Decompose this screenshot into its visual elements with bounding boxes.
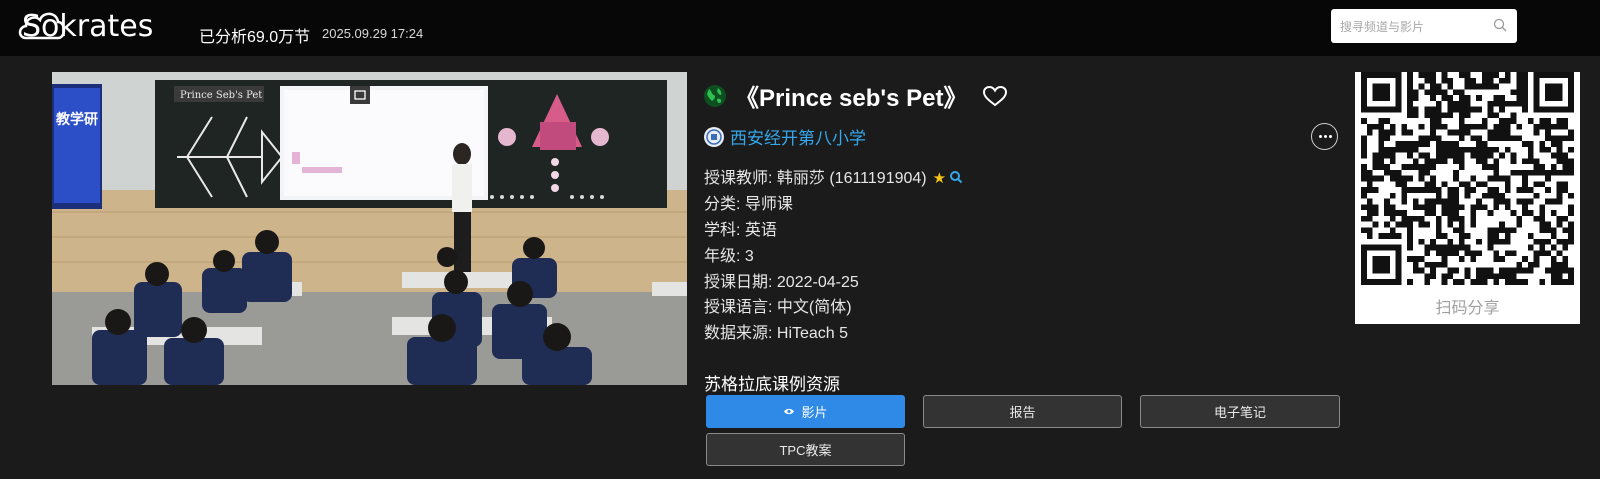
- meta-value: 导师课: [740, 196, 793, 213]
- meta-label: 学科:: [704, 222, 741, 239]
- more-options-button[interactable]: [1311, 123, 1338, 150]
- globe-icon: [704, 84, 726, 107]
- meta-teacher: 授课教师: 韩丽莎 (1611191904) ★: [704, 164, 963, 188]
- favorite-heart-icon[interactable]: [981, 84, 1009, 108]
- board-title: Prince Seb's Pet: [180, 90, 262, 101]
- meta-value: 英语: [740, 222, 777, 239]
- top-bar: Sokrates 已分析69.0万节 2025.09.29 17:24 搜寻频道…: [0, 0, 1600, 56]
- meta-source: 数据来源: HiTeach 5: [704, 319, 848, 343]
- video-button[interactable]: 影片: [706, 395, 905, 428]
- report-button[interactable]: 报告: [923, 395, 1122, 428]
- meta-category: 分类: 导师课: [704, 190, 793, 214]
- search-icon[interactable]: [1493, 18, 1507, 32]
- meta-subject: 学科: 英语: [704, 216, 777, 240]
- resources-title: 苏格拉底课例资源: [704, 375, 840, 394]
- lesson-title: 《Prince seb's Pet》: [735, 85, 968, 112]
- meta-label: 数据来源:: [704, 325, 773, 342]
- meta-value: HiTeach 5: [772, 325, 849, 342]
- meta-label: 授课日期:: [704, 274, 773, 291]
- meta-label: 年级:: [704, 248, 741, 265]
- school-link[interactable]: 西安经开第八小学: [730, 124, 866, 149]
- school-logo-icon: [704, 126, 724, 147]
- video-player[interactable]: 教学研 Prince Seb's Pet: [52, 72, 687, 385]
- meta-value: 3: [740, 248, 754, 265]
- brand-logo[interactable]: Sokrates: [16, 4, 154, 44]
- meta-language: 授课语言: 中文(简体): [704, 293, 852, 317]
- meta-label: 授课教师:: [704, 170, 773, 187]
- report-button-label: 报告: [1009, 405, 1036, 420]
- analyzed-count: 已分析69.0万节: [199, 29, 311, 46]
- search-input[interactable]: 搜寻频道与影片: [1340, 18, 1424, 35]
- classroom-video-frame: 教学研 Prince Seb's Pet: [52, 72, 687, 385]
- search-box[interactable]: 搜寻频道与影片: [1331, 9, 1517, 43]
- video-button-label: 影片: [801, 405, 828, 420]
- meta-value: 中文(简体): [772, 299, 852, 316]
- e-notes-button[interactable]: 电子笔记: [1140, 395, 1340, 428]
- meta-label: 分类:: [704, 196, 741, 213]
- meta-date: 授课日期: 2022-04-25: [704, 268, 859, 292]
- eye-icon: [784, 408, 795, 415]
- meta-grade: 年级: 3: [704, 242, 754, 266]
- header-timestamp: 2025.09.29 17:24: [322, 26, 424, 41]
- star-icon[interactable]: ★: [933, 169, 946, 187]
- qr-code-image: [1361, 72, 1574, 285]
- meta-value: 2022-04-25: [772, 274, 859, 291]
- side-screen-text: 教学研: [56, 111, 98, 128]
- brand-name: Sokrates: [22, 9, 154, 44]
- school-row[interactable]: 西安经开第八小学: [704, 124, 866, 149]
- tpc-plan-button[interactable]: TPC教案: [706, 433, 905, 466]
- lesson-title-row: 《Prince seb's Pet》: [703, 78, 1009, 113]
- e-notes-button-label: 电子笔记: [1213, 405, 1266, 420]
- tpc-plan-button-label: TPC教案: [779, 443, 832, 458]
- qr-share-label: 扫码分享: [1435, 300, 1500, 317]
- meta-label: 授课语言:: [704, 299, 773, 316]
- meta-value: 韩丽莎 (1611191904): [772, 170, 927, 187]
- qr-share-card: 扫码分享: [1355, 72, 1580, 324]
- search-teacher-icon[interactable]: [949, 170, 963, 184]
